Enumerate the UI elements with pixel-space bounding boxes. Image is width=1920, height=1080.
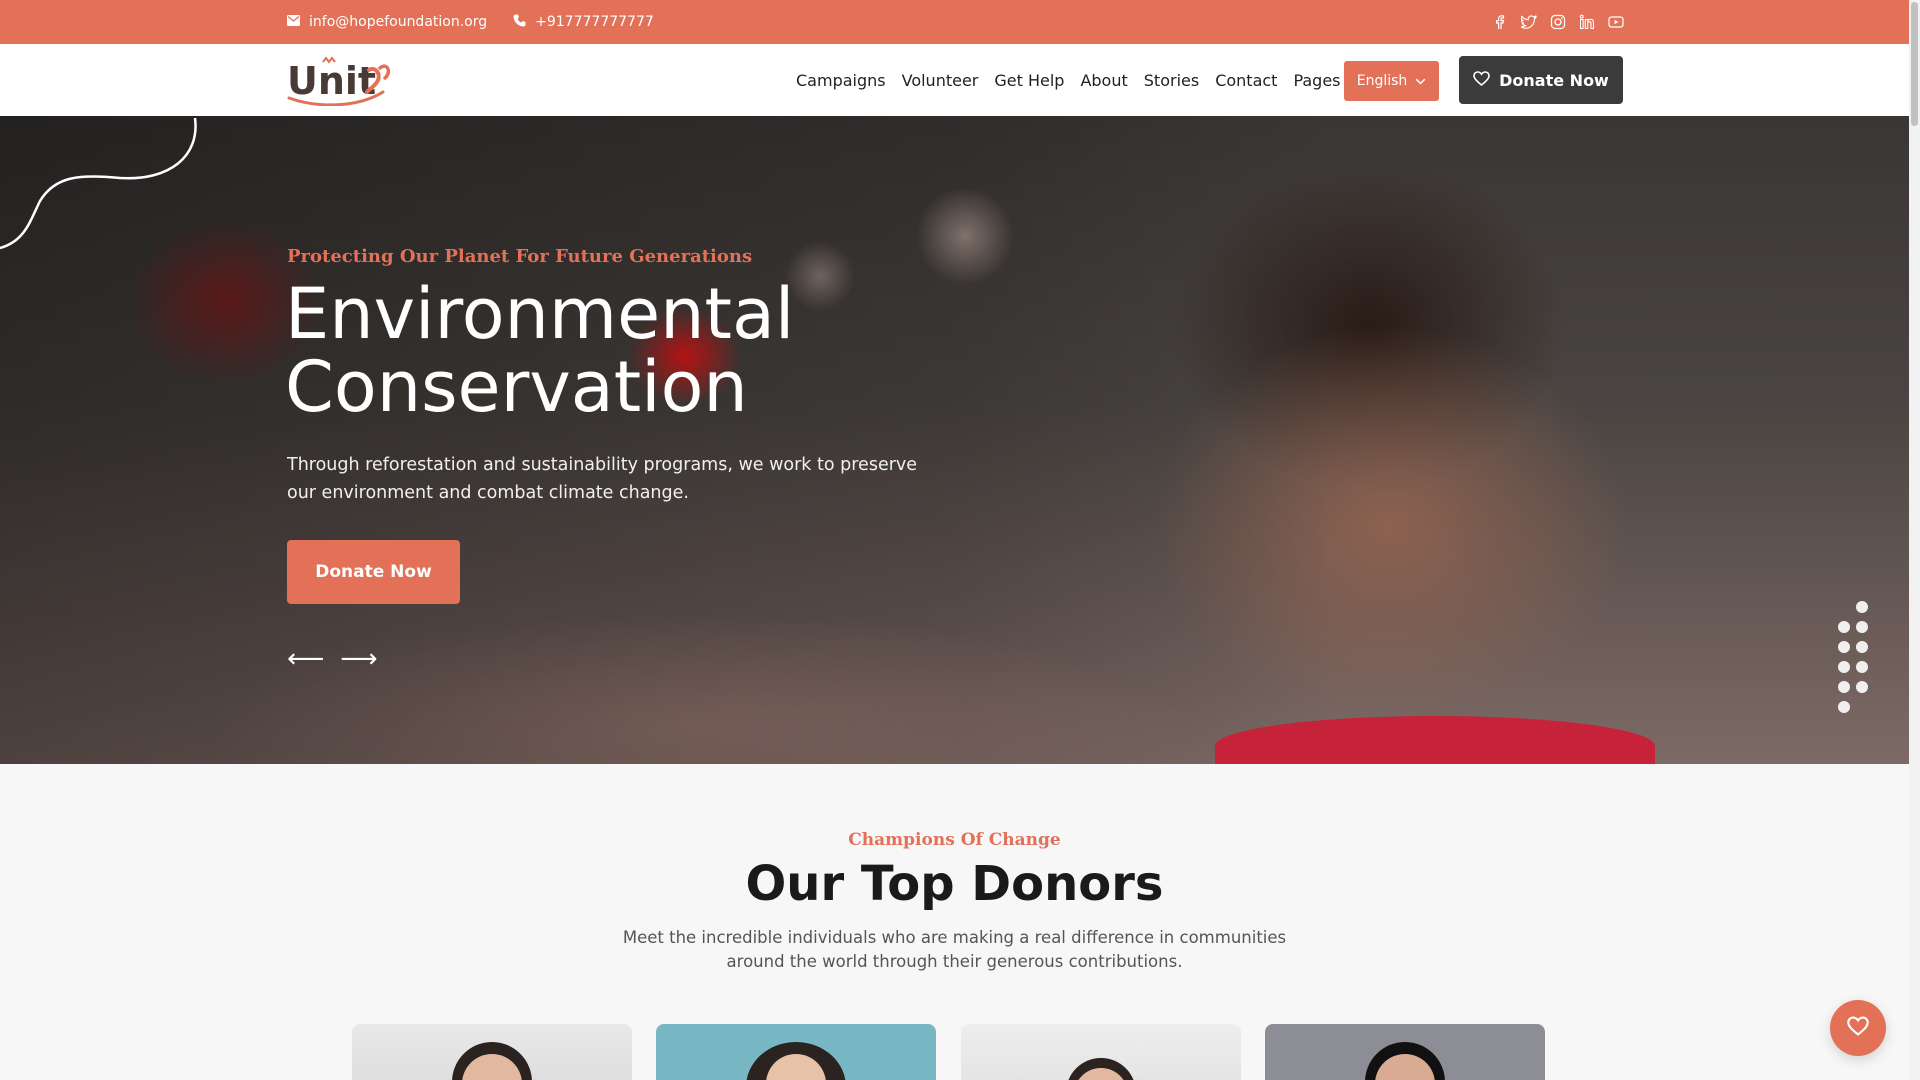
slider-dot[interactable] [1856, 661, 1868, 673]
slider-dot[interactable] [1838, 661, 1850, 673]
facebook-icon[interactable] [1492, 14, 1508, 30]
top-donors-section: Champions Of Change Our Top Donors Meet … [0, 764, 1909, 1080]
slider-dot[interactable] [1838, 701, 1850, 713]
hero-title-line-2: Conservation [285, 346, 748, 428]
instagram-icon[interactable] [1550, 14, 1566, 30]
slider-dot[interactable] [1838, 681, 1850, 693]
language-selector[interactable]: English [1344, 61, 1439, 101]
main-navbar: Unit Campaigns Volunteer Get Help About … [0, 44, 1909, 116]
hero-donate-button[interactable]: Donate Now [287, 540, 460, 604]
youtube-icon[interactable] [1608, 14, 1624, 30]
phone-text: +917777777777 [535, 14, 654, 30]
envelope-icon [287, 14, 300, 30]
contact-info: info@hopefoundation.org +917777777777 [287, 0, 654, 44]
donor-card[interactable] [656, 1024, 936, 1080]
scrollbar-thumb[interactable] [1911, 2, 1918, 126]
heart-icon [1473, 70, 1490, 90]
nav-stories[interactable]: Stories [1144, 71, 1199, 90]
hero-title-line-1: Environmental [285, 273, 795, 355]
email-text: info@hopefoundation.org [309, 14, 488, 30]
slider-arrows: ⟵ ⟶ [287, 644, 378, 674]
unity-logo[interactable]: Unit [287, 56, 397, 107]
donors-eyebrow: Champions Of Change [848, 830, 1061, 850]
svg-text:Unit: Unit [287, 59, 376, 103]
hero-description: Through reforestation and sustainability… [287, 455, 918, 503]
phone-contact[interactable]: +917777777777 [513, 14, 654, 31]
primary-navigation: Campaigns Volunteer Get Help About Stori… [796, 44, 1358, 116]
arrow-left-icon[interactable]: ⟵ [287, 644, 324, 674]
heart-icon [1847, 1016, 1869, 1040]
hero-title: Environmental Conservation [285, 278, 794, 424]
slider-dot[interactable] [1856, 681, 1868, 693]
nav-pages-label: Pages [1293, 70, 1341, 90]
hero-slider: Protecting Our Planet For Future Generat… [0, 116, 1909, 764]
slider-dot[interactable] [1838, 641, 1850, 653]
slider-dot[interactable] [1856, 601, 1868, 613]
header-donate-button[interactable]: Donate Now [1459, 56, 1623, 104]
email-contact[interactable]: info@hopefoundation.org [287, 14, 487, 30]
nav-get-help[interactable]: Get Help [994, 71, 1064, 90]
decorative-swirl [0, 117, 197, 250]
language-label: English [1356, 73, 1408, 89]
donor-card[interactable] [1265, 1024, 1545, 1080]
slider-dot[interactable] [1856, 621, 1868, 633]
header-donate-label: Donate Now [1499, 70, 1609, 90]
nav-about[interactable]: About [1080, 71, 1127, 90]
nav-contact[interactable]: Contact [1215, 71, 1277, 90]
top-contact-bar: info@hopefoundation.org +917777777777 [0, 0, 1909, 44]
donor-card[interactable] [961, 1024, 1241, 1080]
donor-card[interactable] [352, 1024, 632, 1080]
chevron-down-icon [1415, 73, 1426, 89]
donors-subtitle: Meet the incredible individuals who are … [622, 928, 1287, 971]
slider-dot[interactable] [1856, 641, 1868, 653]
linkedin-icon[interactable] [1579, 14, 1595, 30]
phone-icon [513, 14, 526, 31]
floating-donate-heart-button[interactable] [1830, 1000, 1886, 1056]
hero-tagline: Protecting Our Planet For Future Generat… [287, 246, 753, 267]
page-scrollbar[interactable] [1909, 0, 1920, 1080]
social-links [1492, 0, 1624, 44]
twitter-icon[interactable] [1521, 14, 1537, 30]
slider-pagination-dots [1838, 601, 1868, 721]
nav-campaigns[interactable]: Campaigns [796, 71, 886, 90]
slider-dot[interactable] [1838, 621, 1850, 633]
nav-volunteer[interactable]: Volunteer [902, 71, 979, 90]
donors-heading: Our Top Donors [745, 856, 1164, 912]
arrow-right-icon[interactable]: ⟶ [340, 644, 377, 674]
